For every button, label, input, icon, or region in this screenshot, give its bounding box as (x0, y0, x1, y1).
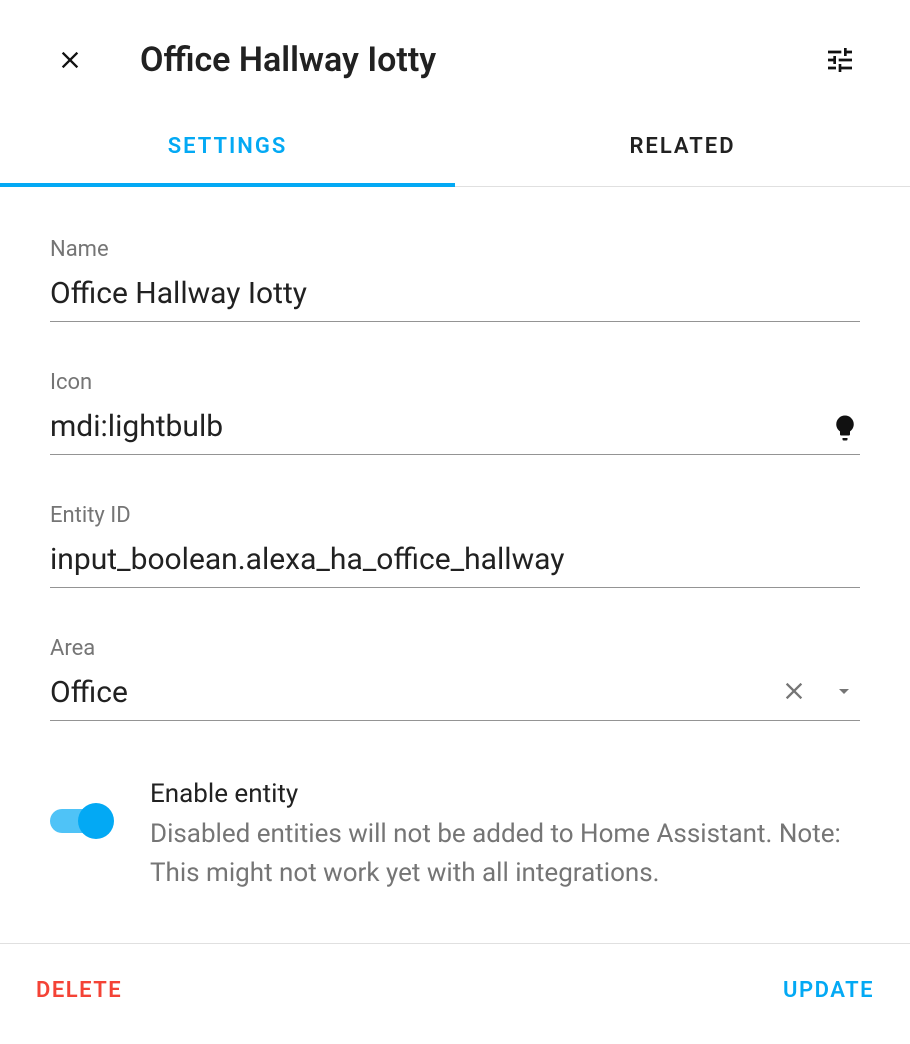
chevron-down-icon (832, 679, 856, 703)
field-area: Area (50, 636, 860, 721)
tune-button[interactable] (820, 40, 860, 80)
close-button[interactable] (50, 40, 90, 80)
area-dropdown-button[interactable] (828, 675, 860, 707)
tab-settings[interactable]: SETTINGS (0, 110, 455, 187)
enable-entity-description: Disabled entities will not be added to H… (150, 815, 860, 893)
area-input[interactable] (50, 669, 860, 721)
field-entity-id: Entity ID (50, 503, 860, 588)
toggle-text: Enable entity Disabled entities will not… (150, 779, 860, 893)
clear-area-button[interactable] (776, 673, 812, 709)
delete-button[interactable]: DELETE (32, 972, 126, 1009)
dialog-footer: DELETE UPDATE (0, 943, 910, 1037)
area-label: Area (50, 636, 860, 661)
update-button[interactable]: UPDATE (779, 972, 878, 1009)
settings-form: Name Icon Entity ID Area Enable (0, 187, 910, 913)
close-icon (780, 677, 808, 705)
lightbulb-icon (830, 413, 860, 443)
toggle-thumb (78, 803, 114, 839)
entity-id-label: Entity ID (50, 503, 860, 528)
tab-related[interactable]: RELATED (455, 110, 910, 186)
tabs: SETTINGS RELATED (0, 110, 910, 187)
name-label: Name (50, 237, 860, 262)
icon-input[interactable] (50, 403, 860, 455)
name-input[interactable] (50, 270, 860, 322)
field-icon: Icon (50, 370, 860, 455)
close-icon (56, 46, 84, 74)
field-name: Name (50, 237, 860, 322)
enable-entity-toggle[interactable] (50, 803, 114, 839)
entity-id-input[interactable] (50, 536, 860, 588)
icon-preview (830, 413, 860, 443)
enable-entity-title: Enable entity (150, 779, 860, 809)
dialog-title: Office Hallway Iotty (140, 40, 820, 80)
dialog-header: Office Hallway Iotty (0, 0, 910, 110)
enable-entity-row: Enable entity Disabled entities will not… (50, 769, 860, 893)
icon-label: Icon (50, 370, 860, 395)
tune-icon (824, 44, 856, 76)
